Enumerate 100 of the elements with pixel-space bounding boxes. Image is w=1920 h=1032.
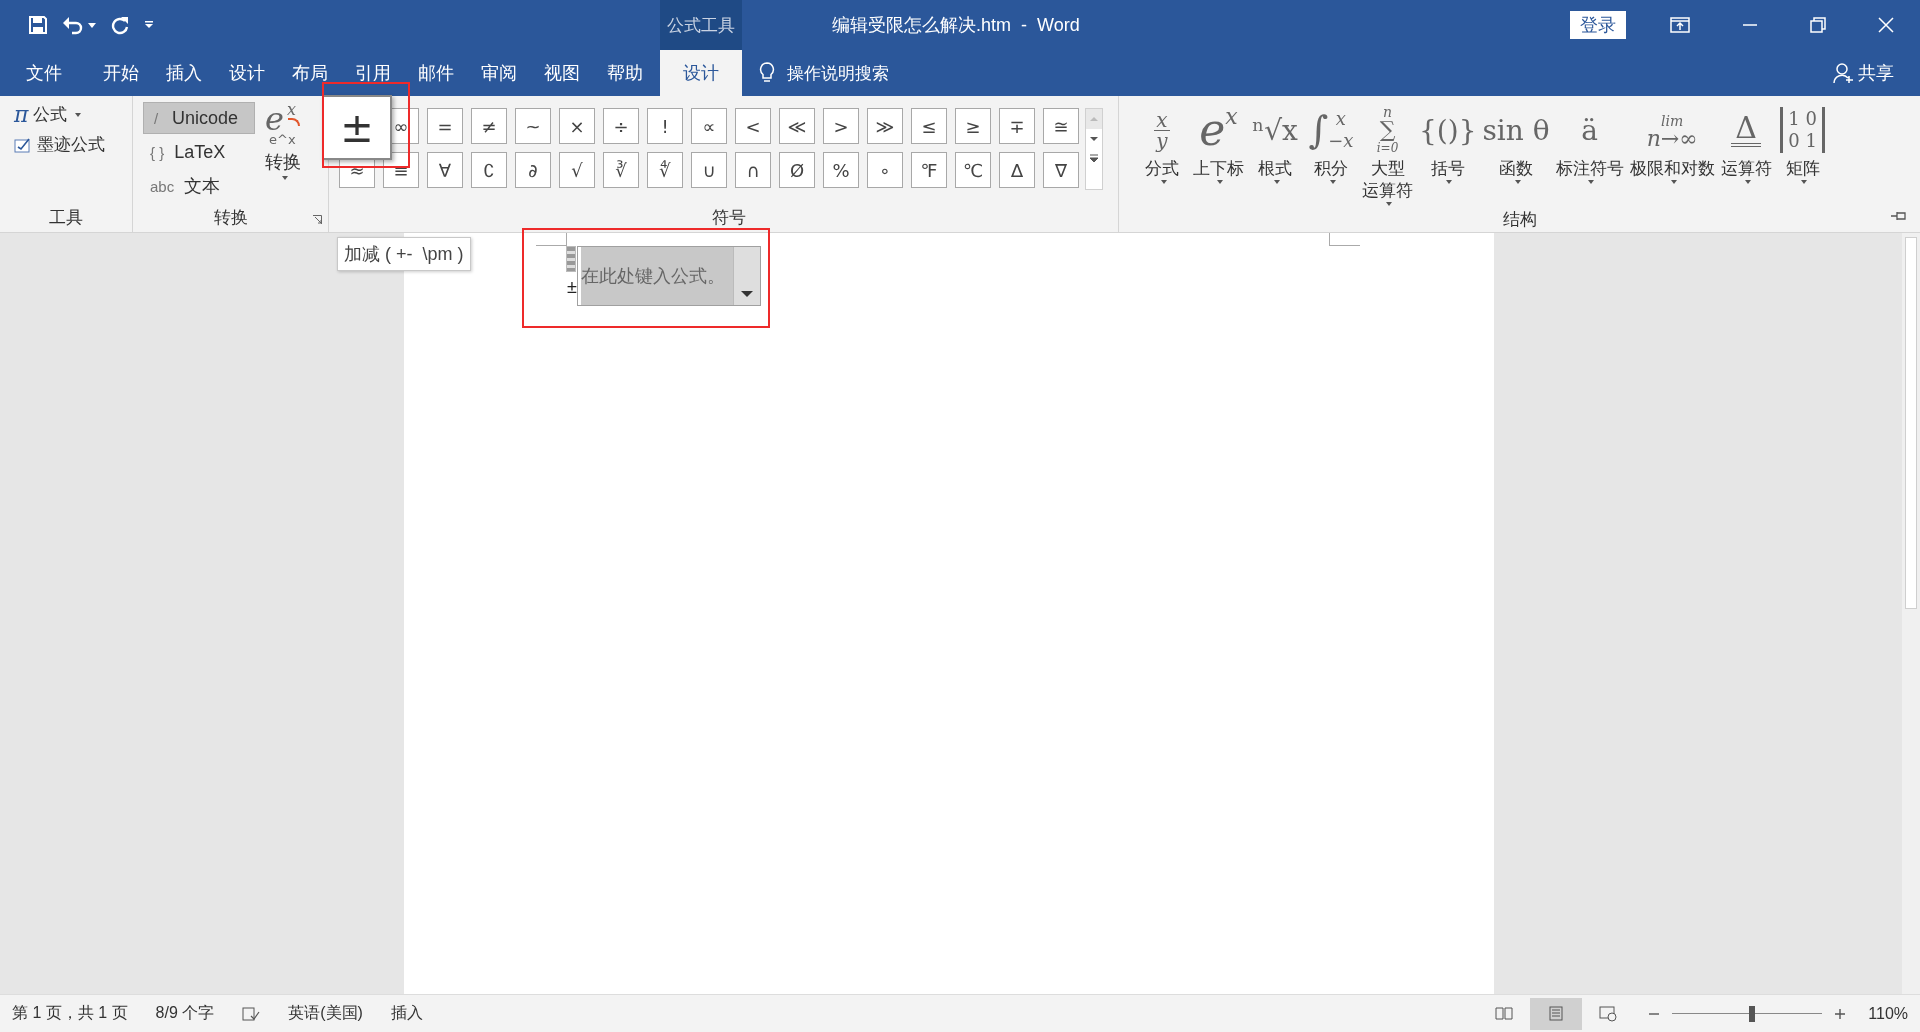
pin-icon[interactable] <box>1890 210 1908 222</box>
structure-button[interactable]: lim n→∞ 极限和对数 <box>1629 102 1715 206</box>
structure-button[interactable]: Δ 运算符 <box>1720 102 1772 206</box>
group-label: 转换 <box>213 206 248 229</box>
proofing-icon[interactable] <box>242 1005 261 1022</box>
symbol-button[interactable]: ∂ <box>515 152 551 188</box>
corner-mark <box>536 233 567 246</box>
plain-icon: ⁿ√x <box>1252 102 1298 158</box>
symbol-button[interactable]: ∇ <box>1043 152 1079 188</box>
structure-button[interactable]: {()} 括号 <box>1419 102 1477 206</box>
plain-icon: ä <box>1581 102 1598 158</box>
format-option[interactable]: { } LaTeX <box>143 136 255 168</box>
symbol-button[interactable]: Ø <box>779 152 815 188</box>
ribbon-tab[interactable]: 开始 <box>89 50 153 96</box>
symbol-button[interactable]: < <box>735 108 771 144</box>
group-label: 工具 <box>49 206 83 229</box>
dialog-launcher-icon[interactable] <box>313 215 322 224</box>
group-label: 结构 <box>1502 208 1537 231</box>
ribbon-tab[interactable]: 文件 <box>8 50 90 96</box>
tell-me-search[interactable]: 操作说明搜索 <box>787 61 889 85</box>
page-icon <box>1547 1005 1566 1022</box>
caret-icon <box>1160 180 1167 184</box>
structure-button[interactable]: ⁿ√x 根式 <box>1250 102 1300 206</box>
structure-button[interactable]: n ∑ i=0 大型 运算符 <box>1362 102 1413 206</box>
symbol-button[interactable]: ≥ <box>955 108 991 144</box>
equation-button[interactable]: π 公式 <box>14 102 132 127</box>
language-indicator[interactable]: 英语(美国) <box>288 1003 363 1024</box>
structure-button[interactable]: x y 分式 <box>1137 102 1187 206</box>
sign-in-button[interactable]: 登录 <box>1570 11 1626 39</box>
ribbon-tab[interactable]: 引用 <box>341 50 405 96</box>
structure-button[interactable]: ä 标注符号 <box>1555 102 1624 206</box>
symbol-button[interactable]: ≠ <box>471 108 507 144</box>
format-icon: abc <box>150 177 175 195</box>
ribbon-tab[interactable]: 视图 <box>530 50 594 96</box>
format-icon: { } <box>150 143 165 161</box>
symbol-button[interactable]: ∝ <box>691 108 727 144</box>
insert-mode[interactable]: 插入 <box>390 1003 423 1024</box>
format-option[interactable]: abc 文本 <box>143 170 255 202</box>
format-option[interactable]: / Unicode <box>143 102 255 134</box>
symbol-button[interactable]: ∘ <box>867 152 903 188</box>
caret-icon <box>281 176 288 180</box>
web-icon <box>1599 1005 1618 1022</box>
ribbon-tab[interactable]: 插入 <box>152 50 216 96</box>
symbol-button[interactable]: ℉ <box>911 152 947 188</box>
symbol-button[interactable]: ℃ <box>955 152 991 188</box>
symbol-button[interactable]: ∁ <box>471 152 507 188</box>
symbol-button[interactable]: ∪ <box>691 152 727 188</box>
caret-icon <box>1588 180 1595 184</box>
caret-icon <box>75 112 82 117</box>
symbol-button[interactable]: > <box>823 108 859 144</box>
zoom-level[interactable]: 110% <box>1868 1004 1908 1023</box>
symbol-button[interactable]: ∆ <box>999 152 1035 188</box>
equation-field[interactable]: 在此处键入公式。 <box>577 246 761 306</box>
structure-button[interactable]: sin θ 函数 <box>1482 102 1550 206</box>
symbol-button[interactable]: ∩ <box>735 152 771 188</box>
symbol-zoom-tooltip[interactable]: ± <box>322 95 392 160</box>
symbol-button[interactable]: ∛ <box>603 152 639 188</box>
symbol-button[interactable]: ~ <box>515 108 551 144</box>
caret-icon <box>1329 180 1336 184</box>
person-icon <box>1832 62 1854 84</box>
stack-icon: n ∑ i=0 <box>1376 102 1399 158</box>
plain-icon: {()} <box>1419 102 1477 158</box>
redo-icon[interactable] <box>110 15 130 35</box>
ribbon-tab[interactable]: 设计 <box>660 50 742 96</box>
caret-icon <box>1801 180 1808 184</box>
word-count[interactable]: 8/9 个字 <box>155 1003 215 1024</box>
view-print-button[interactable] <box>1530 997 1583 1030</box>
context-tab-header: 公式工具 <box>660 0 742 50</box>
plain-icon: sin θ <box>1482 102 1550 158</box>
symbol-button[interactable]: ≤ <box>911 108 947 144</box>
symbol-button[interactable]: ≅ <box>1043 108 1079 144</box>
symbol-button[interactable]: ∓ <box>999 108 1035 144</box>
ribbon-tab[interactable]: 审阅 <box>467 50 531 96</box>
symbol-button[interactable]: % <box>823 152 859 188</box>
symbol-button[interactable]: ≪ <box>779 108 815 144</box>
save-icon[interactable] <box>28 15 48 35</box>
page-count[interactable]: 第 1 页，共 1 页 <box>12 1003 128 1024</box>
symbol-button[interactable]: ≫ <box>867 108 903 144</box>
symbol-button[interactable]: × <box>559 108 595 144</box>
symbol-button[interactable]: ∀ <box>427 152 463 188</box>
ribbon-tab[interactable]: 布局 <box>278 50 342 96</box>
ribbon-tab[interactable]: 邮件 <box>404 50 468 96</box>
undo-icon[interactable] <box>62 15 84 35</box>
symbol-button[interactable]: ! <box>647 108 683 144</box>
symbol-button[interactable]: √ <box>559 152 595 188</box>
ribbon-tab[interactable]: 设计 <box>215 50 279 96</box>
ink-equation-button[interactable]: 墨迹公式 <box>14 133 132 156</box>
share-button[interactable]: 共享 <box>1832 61 1894 85</box>
zoom-in-icon[interactable] <box>1834 1007 1847 1020</box>
ribbon-tab[interactable]: 帮助 <box>593 50 657 96</box>
caret-icon <box>1217 180 1223 184</box>
drag-handle-icon[interactable] <box>566 246 576 272</box>
structure-button[interactable]: 1 0 0 1 矩阵 <box>1777 102 1828 206</box>
symbol-button[interactable]: ∜ <box>647 152 683 188</box>
customize-icon[interactable] <box>144 21 154 29</box>
symbol-button[interactable]: = <box>427 108 463 144</box>
caret-icon[interactable] <box>88 22 96 28</box>
pi-icon: π <box>14 102 29 127</box>
slider-thumb[interactable] <box>1748 1005 1755 1022</box>
symbol-button[interactable]: ÷ <box>603 108 639 144</box>
